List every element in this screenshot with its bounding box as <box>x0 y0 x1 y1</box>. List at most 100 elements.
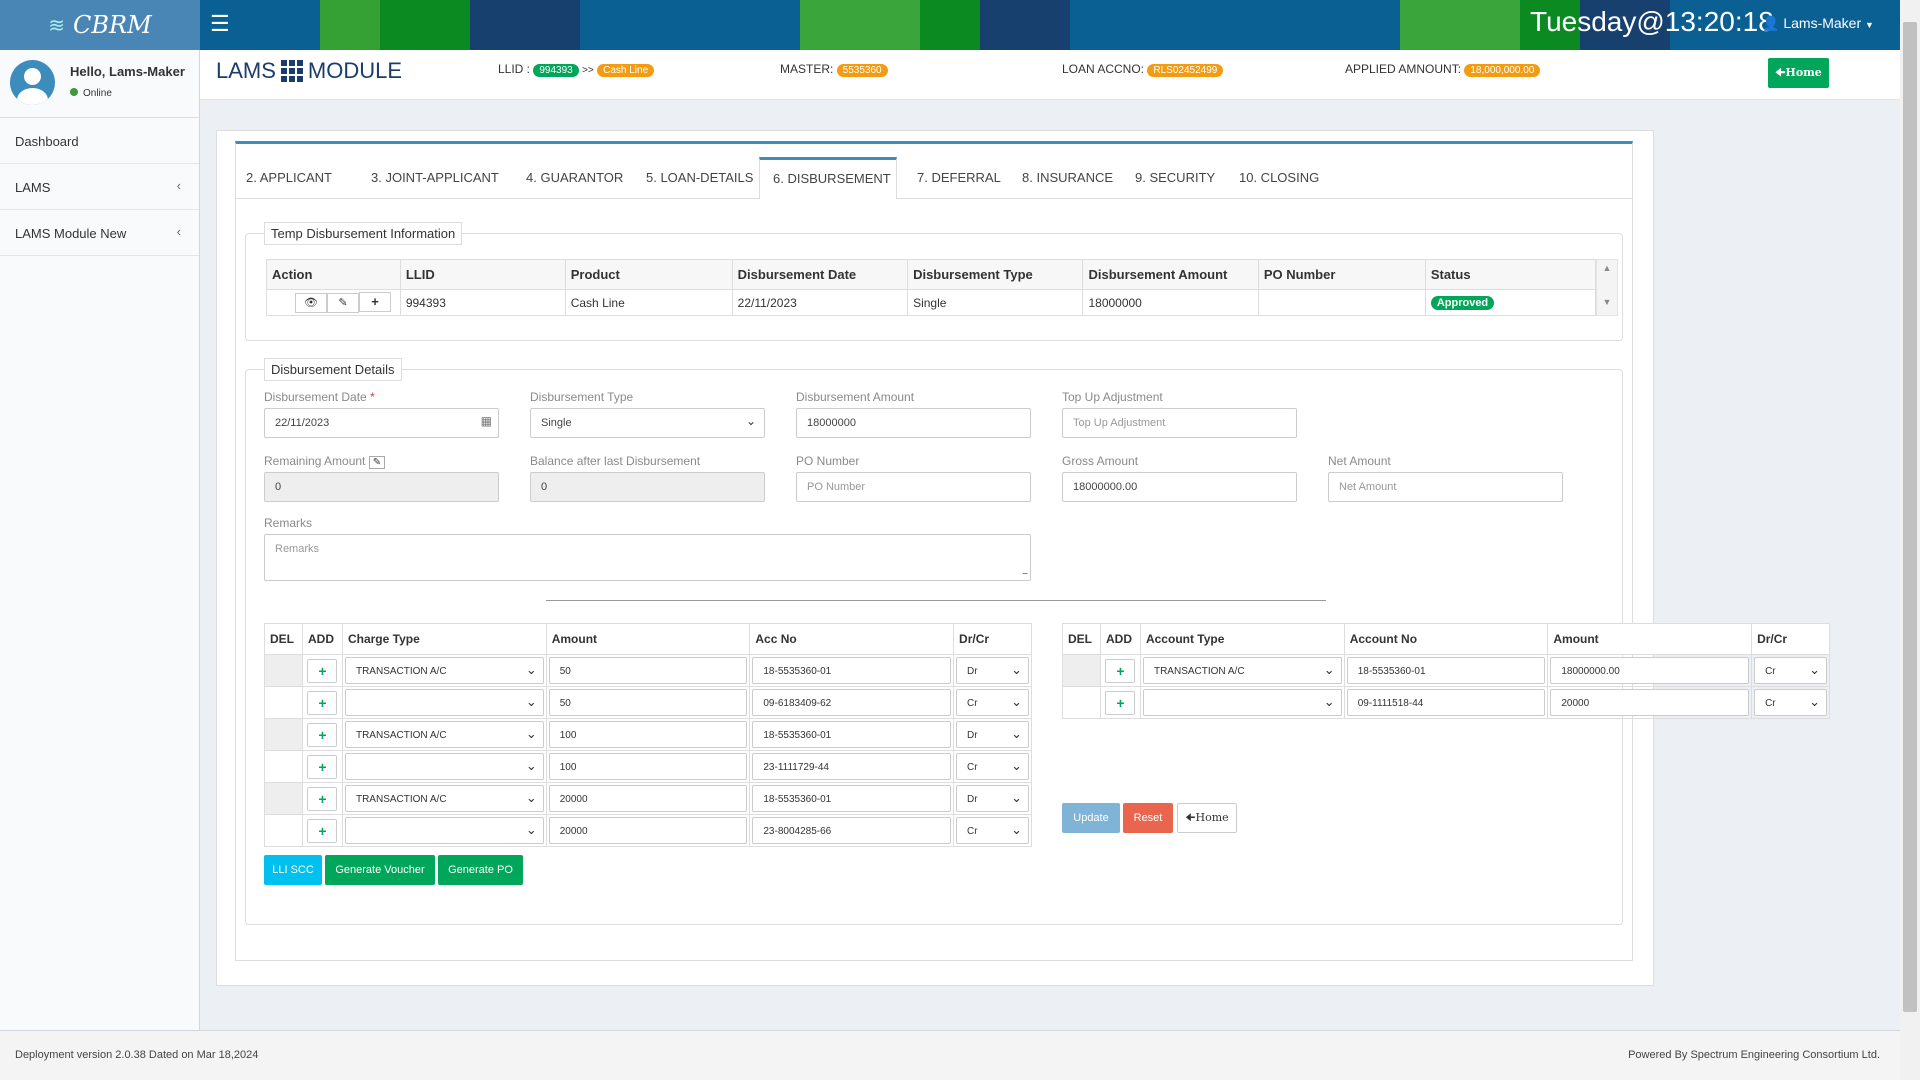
drcr-select[interactable]: Dr ⌄ <box>956 785 1029 812</box>
acc-no-input[interactable]: 18-5535360-01 <box>752 785 952 812</box>
disbursement-type-select[interactable]: Single ⌄ <box>530 408 765 438</box>
drcr-select[interactable]: Dr ⌄ <box>956 657 1029 684</box>
amount-input[interactable]: 20000 <box>1550 689 1750 716</box>
tab-security[interactable]: 9. SECURITY <box>1135 157 1225 199</box>
tab-loan-details[interactable]: 5. LOAN-DETAILS <box>646 157 756 199</box>
drcr-select[interactable]: Cr ⌄ <box>956 753 1029 780</box>
charge-type-select[interactable]: ⌄ <box>344 689 544 716</box>
col-header: LLID <box>399 259 566 290</box>
disbursement-date-input[interactable]: 22/11/2023 ▦ <box>264 408 499 438</box>
update-button[interactable]: Update <box>1062 803 1120 833</box>
lli-scc-button[interactable]: LLI SCC <box>264 855 322 885</box>
del-cell[interactable] <box>264 782 303 815</box>
remarks-textarea[interactable]: Remarks − <box>264 534 1031 581</box>
table-row: + ⌄ 09-1111518-44 20000 Cr ⌄ <box>1062 686 1830 719</box>
scroll-thumb[interactable] <box>1903 22 1917 1012</box>
account-type-select[interactable]: TRANSACTION A/C ⌄ <box>1142 657 1342 684</box>
input-value: 22/11/2023 <box>275 417 330 429</box>
charge-type-select[interactable]: ⌄ <box>344 753 544 780</box>
del-cell[interactable] <box>264 718 303 751</box>
charge-type-select[interactable]: TRANSACTION A/C ⌄ <box>344 657 544 684</box>
account-no-input[interactable]: 09-1111518-44 <box>1346 689 1546 716</box>
drcr-select[interactable]: Cr ⌄ <box>956 689 1029 716</box>
account-type-select[interactable]: ⌄ <box>1142 689 1342 716</box>
app-logo[interactable]: ≋ CBRM <box>0 0 200 50</box>
drcr-select[interactable]: Cr ⌄ <box>1754 689 1827 716</box>
tab-disbursement[interactable]: 6. DISBURSEMENT <box>759 157 897 199</box>
account-no-input[interactable]: 18-5535360-01 <box>1346 657 1546 684</box>
del-cell[interactable] <box>264 654 303 687</box>
drcr-select[interactable]: Cr ⌄ <box>956 817 1029 844</box>
hamburger-menu-icon[interactable]: ☰ <box>210 13 234 37</box>
master-info: MASTER: 5535360 <box>780 62 888 77</box>
po-number-input[interactable]: PO Number <box>796 472 1031 502</box>
tab-joint-applicant[interactable]: 3. JOINT-APPLICANT <box>371 157 511 199</box>
top-up-adjustment-label: Top Up Adjustment <box>1062 390 1163 404</box>
del-cell[interactable] <box>1062 654 1101 687</box>
charge-type-select[interactable]: TRANSACTION A/C ⌄ <box>344 785 544 812</box>
sidebar-item-dashboard[interactable]: Dashboard <box>0 118 199 164</box>
user-menu[interactable]: 👤 Lams-Maker ▼ <box>1762 15 1874 32</box>
home-button[interactable]: 🠈Home <box>1768 58 1829 88</box>
select-value: TRANSACTION A/C <box>355 730 447 741</box>
drcr-select[interactable]: Dr ⌄ <box>956 721 1029 748</box>
tab-insurance[interactable]: 8. INSURANCE <box>1022 157 1122 199</box>
del-cell[interactable] <box>264 750 303 783</box>
amount-input[interactable]: 20000 <box>548 785 748 812</box>
tab-deferral[interactable]: 7. DEFERRAL <box>917 157 1007 199</box>
page-scrollbar[interactable] <box>1900 0 1920 1080</box>
edit-icon[interactable]: ✎ <box>327 293 359 313</box>
view-icon[interactable]: 👁 <box>295 293 327 313</box>
acc-no-input[interactable]: 09-6183409-62 <box>752 689 952 716</box>
add-row-button[interactable]: + <box>307 658 338 683</box>
plus-icon[interactable]: + <box>359 292 391 312</box>
tab-guarantor[interactable]: 4. GUARANTOR <box>526 157 636 199</box>
add-row-button[interactable]: + <box>307 722 338 747</box>
edit-icon[interactable]: ✎ <box>368 456 386 469</box>
table-scrollbar[interactable]: ▲ ▼ <box>1596 259 1618 316</box>
tab-applicant[interactable]: 2. APPLICANT <box>246 157 346 199</box>
resize-handle-icon[interactable]: − <box>1022 569 1028 580</box>
net-amount-label: Net Amount <box>1328 454 1391 468</box>
reset-button[interactable]: Reset <box>1123 803 1173 833</box>
amount-input[interactable]: 100 <box>548 753 748 780</box>
sidebar-item-lams-module-new[interactable]: LAMS Module New ‹ <box>0 210 199 256</box>
add-row-button[interactable]: + <box>1105 690 1136 715</box>
net-amount-input[interactable]: Net Amount <box>1328 472 1563 502</box>
add-row-button[interactable]: + <box>1105 658 1136 683</box>
add-cell: + <box>301 814 343 847</box>
sidebar-item-lams[interactable]: LAMS ‹ <box>0 164 199 210</box>
top-up-adjustment-input[interactable]: Top Up Adjustment <box>1062 408 1297 438</box>
add-row-button[interactable]: + <box>307 754 338 779</box>
amount-cell: 100 <box>545 718 751 751</box>
acc-no-input[interactable]: 23-1111729-44 <box>752 753 952 780</box>
generate-voucher-button[interactable]: Generate Voucher <box>325 855 435 885</box>
amount-input[interactable]: 20000 <box>548 817 748 844</box>
add-row-button[interactable]: + <box>307 690 338 715</box>
add-row-button[interactable]: + <box>307 786 338 811</box>
amount-input[interactable]: 50 <box>548 689 748 716</box>
amount-input[interactable]: 18000000.00 <box>1550 657 1750 684</box>
disbursement-amount-input[interactable]: 18000000 <box>796 408 1031 438</box>
gross-amount-input[interactable]: 18000000.00 <box>1062 472 1297 502</box>
drcr-cell: Cr ⌄ <box>953 686 1032 719</box>
charge-type-select[interactable]: ⌄ <box>344 817 544 844</box>
charge-type-select[interactable]: TRANSACTION A/C ⌄ <box>344 721 544 748</box>
amount-input[interactable]: 100 <box>548 721 748 748</box>
del-cell[interactable] <box>264 686 303 719</box>
home-secondary-button[interactable]: 🠈Home <box>1177 803 1237 833</box>
calendar-icon[interactable]: ▦ <box>481 414 492 428</box>
generate-po-button[interactable]: Generate PO <box>438 855 523 885</box>
tab-closing[interactable]: 10. CLOSING <box>1239 157 1339 199</box>
scroll-down-icon[interactable]: ▼ <box>1597 297 1617 307</box>
table-row: + TRANSACTION A/C ⌄ 18-5535360-01 1800000… <box>1062 654 1830 687</box>
scroll-up-icon[interactable]: ▲ <box>1597 263 1617 273</box>
acc-no-input[interactable]: 23-8004285-66 <box>752 817 952 844</box>
acc-no-input[interactable]: 18-5535360-01 <box>752 721 952 748</box>
drcr-select[interactable]: Cr ⌄ <box>1754 657 1827 684</box>
amount-input[interactable]: 50 <box>548 657 748 684</box>
del-cell[interactable] <box>1062 686 1101 719</box>
add-row-button[interactable]: + <box>307 818 338 843</box>
del-cell[interactable] <box>264 814 303 847</box>
acc-no-input[interactable]: 18-5535360-01 <box>752 657 952 684</box>
